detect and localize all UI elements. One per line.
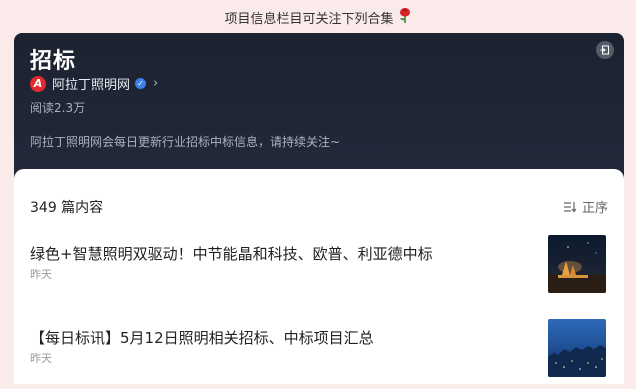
sort-label: 正序 [581, 201, 608, 216]
author-link[interactable]: A 阿拉丁照明网 ✓ › [30, 74, 158, 93]
article-item[interactable]: 【每日标讯】5月12日照明相关招标、中标项目汇总 昨天 [14, 319, 624, 389]
rose-icon [398, 6, 412, 28]
exit-button[interactable] [596, 41, 614, 59]
exit-icon [600, 45, 609, 55]
article-thumbnail [548, 319, 606, 377]
chevron-right-icon: › [153, 76, 159, 91]
page-title: 招标 [30, 49, 77, 74]
collection-header: 招标 A 阿拉丁照明网 ✓ › 阅读2.3万 阿拉丁照明网会每日更新行业招标中标… [14, 33, 624, 183]
article-count: 349 篇内容 [30, 200, 104, 216]
author-name: 阿拉丁照明网 [52, 78, 131, 93]
verified-icon: ✓ [135, 78, 147, 89]
collection-description: 阿拉丁照明网会每日更新行业招标中标信息，请持续关注~ [30, 135, 341, 149]
collection-banner: 项目信息栏目可关注下列合集 [0, 0, 636, 34]
article-list-panel: 349 篇内容 正序 绿色+智慧照明双驱动！中节能晶和科技、欧普、利亚德中标 昨… [14, 169, 624, 384]
sort-button[interactable]: 正序 [563, 197, 608, 216]
article-title: 【每日标讯】5月12日照明相关招标、中标项目汇总 [30, 329, 374, 347]
sort-icon [563, 201, 577, 212]
article-thumbnail [548, 235, 606, 293]
article-time: 昨天 [30, 352, 52, 365]
read-count: 阅读2.3万 [30, 101, 86, 115]
author-logo: A [30, 75, 46, 92]
article-time: 昨天 [30, 268, 52, 281]
article-item[interactable]: 绿色+智慧照明双驱动！中节能晶和科技、欧普、利亚德中标 昨天 [14, 235, 624, 305]
banner-text: 项目信息栏目可关注下列合集 [224, 11, 394, 27]
article-title: 绿色+智慧照明双驱动！中节能晶和科技、欧普、利亚德中标 [30, 245, 433, 263]
